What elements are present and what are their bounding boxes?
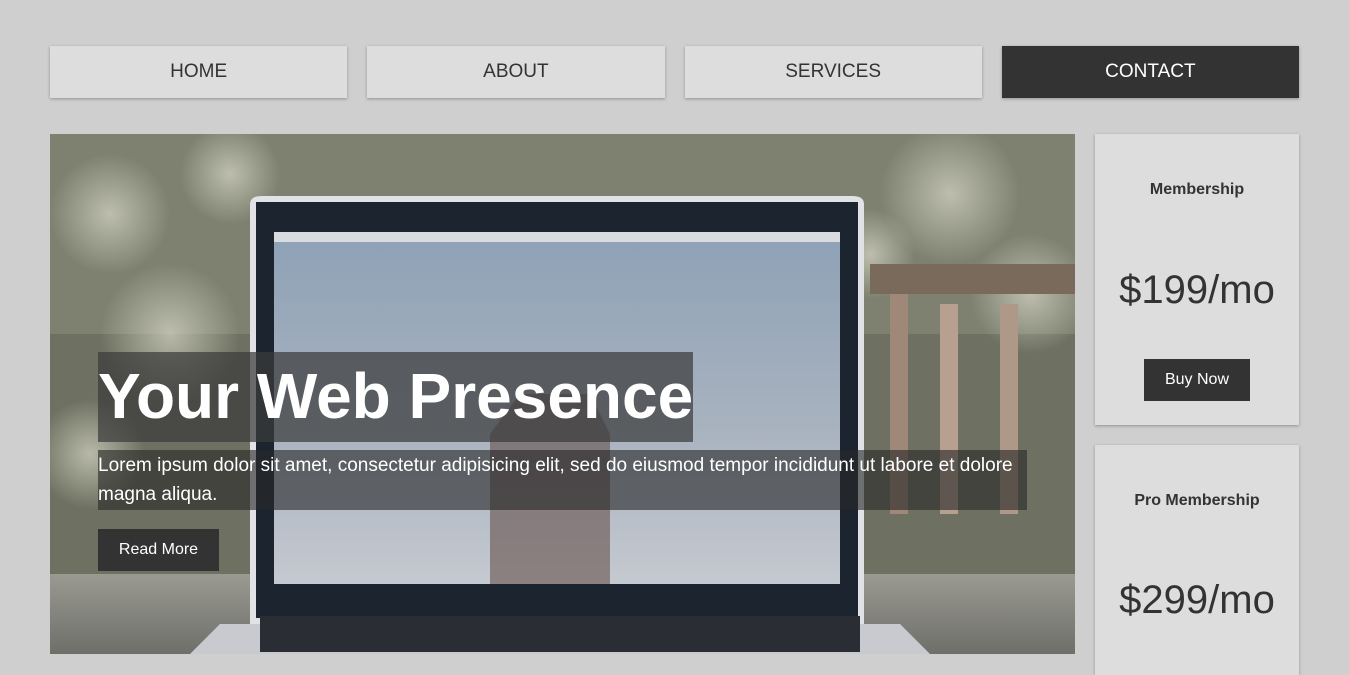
pro-membership-card: Pro Membership $299/mo — [1095, 445, 1299, 675]
card-price: $199/mo — [1119, 268, 1275, 312]
membership-card: Membership $199/mo Buy Now — [1095, 134, 1299, 425]
card-title: Pro Membership — [1134, 492, 1260, 509]
nav-item-home[interactable]: HOME — [50, 46, 348, 98]
main-nav: HOME ABOUT SERVICES CONTACT — [50, 46, 1299, 98]
nav-item-contact[interactable]: CONTACT — [1001, 46, 1299, 98]
hero-title-box: Your Web Presence — [98, 352, 694, 442]
hero-description: Lorem ipsum dolor sit amet, consectetur … — [98, 450, 1027, 510]
card-title: Membership — [1149, 181, 1245, 198]
read-more-button[interactable]: Read More — [98, 529, 219, 571]
card-price: $299/mo — [1119, 578, 1275, 622]
hero-banner: Your Web Presence Lorem ipsum dolor sit … — [50, 134, 1075, 654]
nav-item-services[interactable]: SERVICES — [684, 46, 982, 98]
hero-title: Your Web Presence — [98, 360, 694, 432]
nav-item-about[interactable]: ABOUT — [367, 46, 665, 98]
buy-now-button[interactable]: Buy Now — [1144, 359, 1250, 401]
